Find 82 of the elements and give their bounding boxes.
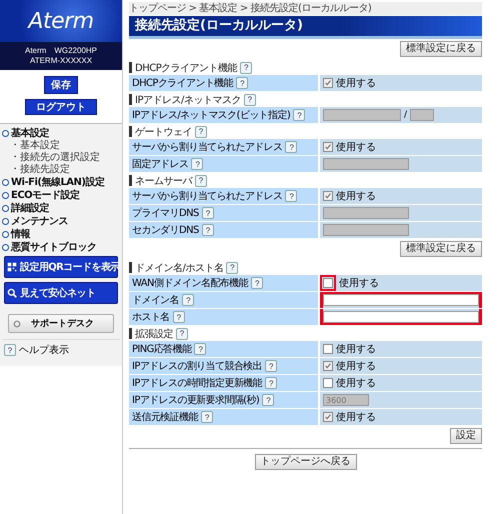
field-label: DHCPクライアント機能 bbox=[132, 76, 234, 90]
help-icon[interactable]: ? bbox=[176, 328, 188, 340]
submenu-item[interactable]: ・接続先の選択設定 bbox=[2, 152, 120, 164]
use-checkbox[interactable]: 使用する bbox=[323, 359, 376, 373]
section-heading: ネームサーバ bbox=[135, 174, 192, 188]
check-icon bbox=[324, 362, 332, 370]
section-heading: 拡張設定 bbox=[135, 328, 173, 340]
field-label: ホスト名 bbox=[132, 311, 170, 324]
mask-bits-field[interactable] bbox=[410, 109, 434, 121]
menu-item[interactable]: 悪質サイトブロック bbox=[2, 241, 120, 254]
field-label: サーバから割り当てられたアドレス bbox=[132, 140, 282, 154]
field-label: プライマリDNS bbox=[132, 206, 199, 220]
help-icon[interactable]: ? bbox=[200, 411, 213, 423]
help-icon[interactable]: ? bbox=[264, 377, 277, 389]
help-icon[interactable]: ? bbox=[264, 360, 277, 372]
section-heading: IPアドレス/ネットマスク bbox=[135, 94, 241, 106]
section-button[interactable]: 標準設定に戻る bbox=[400, 241, 482, 257]
field-label: 固定アドレス bbox=[132, 158, 188, 171]
use-checkbox[interactable]: 使用する bbox=[323, 410, 376, 424]
section-heading: ゲートウェイ bbox=[135, 126, 192, 138]
help-icon[interactable]: ? bbox=[285, 141, 298, 153]
breadcrumb: トップページ > 基本設定 > 接続先設定(ローカルルータ) bbox=[129, 2, 482, 15]
help-icon[interactable]: ? bbox=[285, 190, 298, 202]
field-label: ドメイン名 bbox=[132, 294, 180, 307]
help-icon[interactable]: ? bbox=[195, 126, 207, 138]
menu-item[interactable]: 情報 bbox=[2, 228, 120, 241]
use-checkbox[interactable]: 使用する bbox=[323, 275, 379, 291]
support-desk-button[interactable]: サポートデスク bbox=[8, 314, 114, 333]
field-label: IPアドレスの割り当て競合検出 bbox=[132, 360, 262, 373]
device-name: ATERM-XXXXXX bbox=[30, 56, 92, 66]
field-label: IPアドレス/ネットマスク(ビット指定) bbox=[132, 108, 290, 122]
section-heading: ドメイン名/ホスト名 bbox=[135, 262, 224, 274]
help-icon[interactable]: ? bbox=[240, 62, 252, 74]
submenu-item[interactable]: ・接続先設定 bbox=[2, 164, 120, 176]
help-icon[interactable]: ? bbox=[226, 262, 238, 274]
page-title: 接続先設定(ローカルルータ) bbox=[129, 16, 482, 39]
field-label: WAN側ドメイン名配布機能 bbox=[132, 276, 248, 290]
use-checkbox[interactable]: 使用する bbox=[323, 140, 376, 154]
menu-item[interactable]: 基本設定 bbox=[2, 127, 120, 140]
help-link[interactable]: ヘルプ表示 bbox=[19, 343, 69, 357]
model-name: Aterm WG2200HP bbox=[24, 46, 98, 56]
check-icon bbox=[324, 143, 332, 151]
use-checkbox[interactable]: 使用する bbox=[323, 76, 376, 90]
input-field[interactable] bbox=[323, 311, 479, 323]
field-label: サーバから割り当てられたアドレス bbox=[132, 190, 282, 203]
menu-item[interactable]: Wi-Fi(無線LAN)設定 bbox=[2, 176, 120, 189]
field-label: IPアドレスの時間指定更新機能 bbox=[132, 376, 262, 390]
use-checkbox[interactable]: 使用する bbox=[323, 189, 376, 203]
menu-item[interactable]: 詳細設定 bbox=[2, 202, 120, 215]
menu-item[interactable]: ECOモード設定 bbox=[2, 189, 120, 202]
help-icon[interactable]: ? bbox=[195, 174, 207, 186]
submenu-item[interactable]: ・基本設定 bbox=[2, 140, 120, 152]
logo: Aterm bbox=[28, 8, 94, 34]
use-checkbox[interactable]: 使用する bbox=[323, 342, 376, 356]
separator-text: / bbox=[404, 110, 408, 120]
back-to-top-button[interactable]: トップページへ戻る bbox=[254, 454, 356, 470]
menu-item[interactable]: メンテナンス bbox=[2, 215, 120, 228]
help-icon[interactable]: ? bbox=[182, 294, 194, 306]
safety-net-button[interactable]: 見えて安心ネット bbox=[4, 282, 118, 304]
magnifier-icon bbox=[7, 288, 17, 298]
field-label: セカンダリDNS bbox=[132, 224, 199, 237]
save-button[interactable]: 保存 bbox=[44, 76, 78, 94]
input-field[interactable] bbox=[323, 294, 479, 306]
section-button[interactable]: 設定 bbox=[450, 428, 482, 444]
field-label: PING応答機能 bbox=[132, 342, 192, 356]
check-icon bbox=[324, 79, 332, 87]
ring-icon bbox=[13, 320, 21, 328]
help-icon[interactable]: ? bbox=[172, 311, 185, 323]
field-label: 送信元検証機能 bbox=[132, 410, 198, 424]
section-heading: DHCPクライアント機能 bbox=[135, 62, 238, 74]
help-icon[interactable]: ? bbox=[4, 344, 16, 356]
help-icon[interactable]: ? bbox=[244, 94, 256, 106]
qr-code-icon bbox=[7, 262, 17, 272]
field-label: IPアドレスの更新要求間隔(秒) bbox=[132, 394, 260, 407]
help-icon[interactable]: ? bbox=[250, 277, 263, 289]
help-icon[interactable]: ? bbox=[236, 77, 248, 89]
check-icon bbox=[324, 192, 332, 200]
help-icon[interactable]: ? bbox=[194, 343, 206, 355]
check-icon bbox=[324, 413, 332, 421]
logout-button[interactable]: ログアウト bbox=[25, 99, 97, 115]
reset-defaults-button[interactable]: 標準設定に戻る bbox=[400, 41, 482, 57]
use-checkbox[interactable]: 使用する bbox=[323, 376, 376, 390]
